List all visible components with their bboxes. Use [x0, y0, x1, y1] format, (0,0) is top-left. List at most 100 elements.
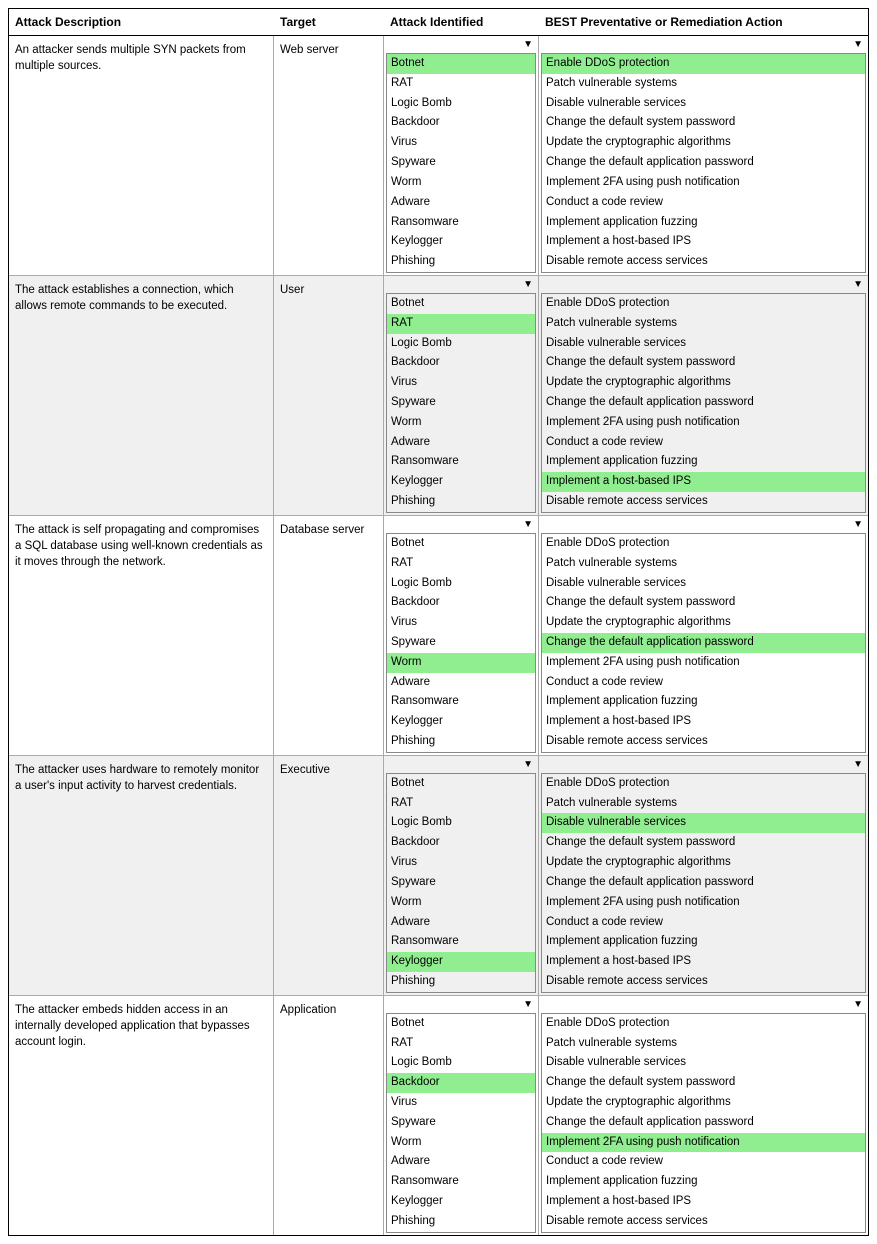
attack-list-item[interactable]: Worm [387, 413, 535, 433]
action-list-item[interactable]: Change the default system password [542, 593, 865, 613]
action-dropdown-arrow[interactable]: ▼ [541, 518, 866, 531]
action-list-item[interactable]: Implement a host-based IPS [542, 952, 865, 972]
action-listbox[interactable]: Enable DDoS protectionPatch vulnerable s… [541, 773, 866, 993]
attack-list-item[interactable]: Worm [387, 653, 535, 673]
attack-dropdown-arrow[interactable]: ▼ [386, 998, 536, 1011]
attack-dropdown-arrow[interactable]: ▼ [386, 518, 536, 531]
action-list-item[interactable]: Disable remote access services [542, 492, 865, 512]
attack-list-item[interactable]: Spyware [387, 1113, 535, 1133]
attack-list-item[interactable]: Keylogger [387, 712, 535, 732]
attack-list-item[interactable]: Adware [387, 433, 535, 453]
attack-list-item[interactable]: RAT [387, 554, 535, 574]
action-list-item[interactable]: Disable vulnerable services [542, 1053, 865, 1073]
attack-list-item[interactable]: RAT [387, 794, 535, 814]
action-list-item[interactable]: Change the default application password [542, 633, 865, 653]
attack-list-item[interactable]: Virus [387, 373, 535, 393]
attack-list-item[interactable]: Ransomware [387, 692, 535, 712]
action-list-item[interactable]: Implement 2FA using push notification [542, 173, 865, 193]
attack-listbox[interactable]: BotnetRATLogic BombBackdoorVirusSpywareW… [386, 773, 536, 993]
attack-listbox[interactable]: BotnetRATLogic BombBackdoorVirusSpywareW… [386, 293, 536, 513]
action-list-item[interactable]: Enable DDoS protection [542, 534, 865, 554]
action-list-item[interactable]: Implement application fuzzing [542, 692, 865, 712]
attack-listbox[interactable]: BotnetRATLogic BombBackdoorVirusSpywareW… [386, 533, 536, 753]
attack-list-item[interactable]: Keylogger [387, 952, 535, 972]
action-list-item[interactable]: Enable DDoS protection [542, 294, 865, 314]
attack-list-item[interactable]: Ransomware [387, 213, 535, 233]
action-list-item[interactable]: Implement a host-based IPS [542, 472, 865, 492]
attack-list-item[interactable]: Phishing [387, 492, 535, 512]
action-list-item[interactable]: Update the cryptographic algorithms [542, 1093, 865, 1113]
attack-listbox[interactable]: BotnetRATLogic BombBackdoorVirusSpywareW… [386, 1013, 536, 1233]
attack-list-item[interactable]: Virus [387, 853, 535, 873]
action-list-item[interactable]: Disable remote access services [542, 1212, 865, 1232]
attack-list-item[interactable]: Botnet [387, 774, 535, 794]
attack-list-item[interactable]: Adware [387, 913, 535, 933]
action-list-item[interactable]: Patch vulnerable systems [542, 794, 865, 814]
action-list-item[interactable]: Implement application fuzzing [542, 932, 865, 952]
attack-list-item[interactable]: Keylogger [387, 472, 535, 492]
action-list-item[interactable]: Disable vulnerable services [542, 334, 865, 354]
action-list-item[interactable]: Patch vulnerable systems [542, 74, 865, 94]
action-listbox[interactable]: Enable DDoS protectionPatch vulnerable s… [541, 53, 866, 273]
attack-list-item[interactable]: Backdoor [387, 593, 535, 613]
action-list-item[interactable]: Implement a host-based IPS [542, 712, 865, 732]
action-list-item[interactable]: Enable DDoS protection [542, 54, 865, 74]
action-listbox[interactable]: Enable DDoS protectionPatch vulnerable s… [541, 1013, 866, 1233]
action-dropdown-arrow[interactable]: ▼ [541, 38, 866, 51]
action-list-item[interactable]: Implement application fuzzing [542, 213, 865, 233]
action-list-item[interactable]: Implement application fuzzing [542, 452, 865, 472]
action-list-item[interactable]: Update the cryptographic algorithms [542, 373, 865, 393]
attack-list-item[interactable]: Worm [387, 893, 535, 913]
attack-list-item[interactable]: Backdoor [387, 833, 535, 853]
attack-list-item[interactable]: RAT [387, 1034, 535, 1054]
action-list-item[interactable]: Enable DDoS protection [542, 1014, 865, 1034]
attack-list-item[interactable]: Backdoor [387, 1073, 535, 1093]
attack-list-item[interactable]: Spyware [387, 153, 535, 173]
action-list-item[interactable]: Update the cryptographic algorithms [542, 613, 865, 633]
attack-list-item[interactable]: Spyware [387, 393, 535, 413]
attack-list-item[interactable]: Phishing [387, 252, 535, 272]
action-list-item[interactable]: Change the default system password [542, 353, 865, 373]
attack-list-item[interactable]: Keylogger [387, 232, 535, 252]
attack-list-item[interactable]: Phishing [387, 1212, 535, 1232]
attack-list-item[interactable]: Adware [387, 193, 535, 213]
action-list-item[interactable]: Implement 2FA using push notification [542, 653, 865, 673]
action-listbox[interactable]: Enable DDoS protectionPatch vulnerable s… [541, 293, 866, 513]
attack-list-item[interactable]: Botnet [387, 1014, 535, 1034]
action-list-item[interactable]: Change the default application password [542, 393, 865, 413]
action-list-item[interactable]: Conduct a code review [542, 673, 865, 693]
attack-list-item[interactable]: Phishing [387, 972, 535, 992]
action-list-item[interactable]: Conduct a code review [542, 1152, 865, 1172]
attack-list-item[interactable]: Adware [387, 1152, 535, 1172]
attack-dropdown-arrow[interactable]: ▼ [386, 38, 536, 51]
action-list-item[interactable]: Change the default system password [542, 1073, 865, 1093]
attack-list-item[interactable]: Backdoor [387, 353, 535, 373]
attack-list-item[interactable]: Keylogger [387, 1192, 535, 1212]
action-list-item[interactable]: Change the default system password [542, 113, 865, 133]
action-dropdown-arrow[interactable]: ▼ [541, 278, 866, 291]
attack-list-item[interactable]: Logic Bomb [387, 574, 535, 594]
attack-list-item[interactable]: Botnet [387, 54, 535, 74]
attack-list-item[interactable]: RAT [387, 314, 535, 334]
action-dropdown-arrow[interactable]: ▼ [541, 758, 866, 771]
action-list-item[interactable]: Implement 2FA using push notification [542, 893, 865, 913]
action-list-item[interactable]: Patch vulnerable systems [542, 1034, 865, 1054]
attack-list-item[interactable]: Botnet [387, 294, 535, 314]
attack-list-item[interactable]: Worm [387, 173, 535, 193]
action-list-item[interactable]: Implement application fuzzing [542, 1172, 865, 1192]
action-list-item[interactable]: Implement 2FA using push notification [542, 413, 865, 433]
action-list-item[interactable]: Disable vulnerable services [542, 94, 865, 114]
action-list-item[interactable]: Conduct a code review [542, 433, 865, 453]
action-list-item[interactable]: Change the default application password [542, 873, 865, 893]
action-list-item[interactable]: Disable remote access services [542, 972, 865, 992]
action-list-item[interactable]: Disable remote access services [542, 252, 865, 272]
action-list-item[interactable]: Disable remote access services [542, 732, 865, 752]
action-list-item[interactable]: Change the default system password [542, 833, 865, 853]
action-list-item[interactable]: Implement 2FA using push notification [542, 1133, 865, 1153]
attack-list-item[interactable]: Virus [387, 613, 535, 633]
action-list-item[interactable]: Conduct a code review [542, 913, 865, 933]
attack-dropdown-arrow[interactable]: ▼ [386, 758, 536, 771]
action-list-item[interactable]: Disable vulnerable services [542, 574, 865, 594]
action-list-item[interactable]: Implement a host-based IPS [542, 232, 865, 252]
attack-list-item[interactable]: Ransomware [387, 932, 535, 952]
